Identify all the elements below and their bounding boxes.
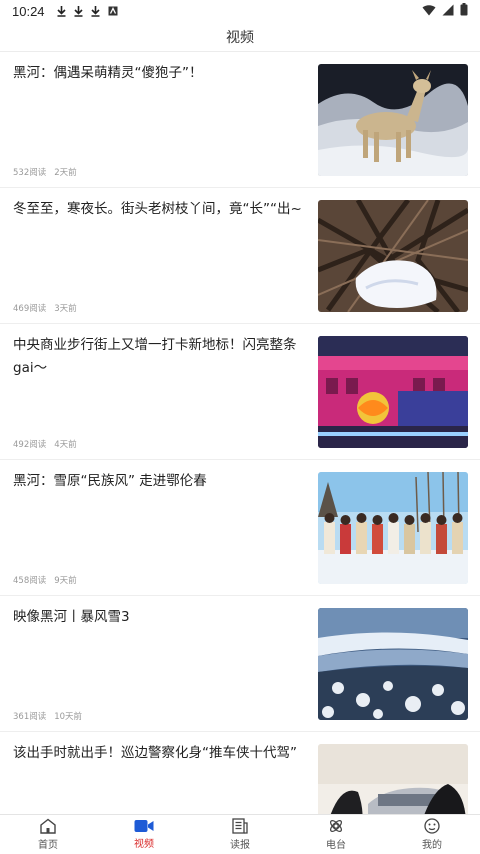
video-list-item[interactable]: 黑河：偶遇呆萌精灵“傻狍子”！ 532阅读 2天前 <box>0 52 480 188</box>
tab-label: 首页 <box>38 840 58 851</box>
page-title: 视频 <box>226 29 254 46</box>
snowy-river-thumbnail[interactable] <box>318 608 468 720</box>
video-list-item[interactable]: 黑河：雪原“民族风” 走进鄂伦春 458阅读 9天前 <box>0 460 480 596</box>
status-time: 10:24 <box>12 3 45 19</box>
download-icon <box>73 5 83 17</box>
profile-icon <box>424 818 440 834</box>
tab-home[interactable]: 首页 <box>0 815 96 854</box>
tab-label: 读报 <box>230 840 250 851</box>
video-meta: 469阅读 3天前 <box>13 302 77 314</box>
video-title[interactable]: 黑河：偶遇呆萌精灵“傻狍子”！ <box>13 62 303 85</box>
video-list-item[interactable]: 映像黑河丨暴风雪3 361阅读 10天前 <box>0 596 480 732</box>
read-count: 469阅读 <box>13 304 47 314</box>
video-feed[interactable]: 黑河：偶遇呆萌精灵“傻狍子”！ 532阅读 2天前 冬至至，寒夜长。街头老树枝丫… <box>0 52 480 814</box>
video-meta: 532阅读 2天前 <box>13 166 77 178</box>
signal-icon <box>442 4 454 15</box>
push-car-thumbnail[interactable] <box>318 744 468 814</box>
tab-label: 视频 <box>134 839 154 850</box>
video-list-item[interactable]: 该出手时就出手！巡边警察化身“推车侠十代驾” <box>0 732 480 814</box>
read-count: 361阅读 <box>13 712 47 722</box>
download-icon <box>56 5 66 17</box>
download-icon <box>90 5 100 17</box>
home-icon <box>40 818 56 834</box>
publish-time: 9天前 <box>54 576 77 586</box>
video-list-item[interactable]: 中央商业步行街上又增一打卡新地标！闪亮整条gai～ 492阅读 4天前 <box>0 324 480 460</box>
video-camera-icon <box>134 820 154 832</box>
video-title[interactable]: 冬至至，寒夜长。街头老树枝丫间，竟“长”“出~ <box>13 198 303 221</box>
tab-profile[interactable]: 我的 <box>384 815 480 854</box>
video-meta: 361阅读 10天前 <box>13 710 82 722</box>
tree-branches-thumbnail[interactable] <box>318 200 468 312</box>
bottom-tab-bar: 首页 视频 读报 电台 我的 <box>0 814 480 854</box>
tab-radio[interactable]: 电台 <box>288 815 384 854</box>
video-title[interactable]: 映像黑河丨暴风雪3 <box>13 606 303 629</box>
read-count: 532阅读 <box>13 168 47 178</box>
newspaper-icon <box>232 818 248 834</box>
snow-dancers-thumbnail[interactable] <box>318 472 468 584</box>
read-count: 458阅读 <box>13 576 47 586</box>
battery-icon <box>460 3 468 16</box>
notification-icons <box>56 5 118 17</box>
header: 视频 <box>0 22 480 52</box>
video-meta: 458阅读 9天前 <box>13 574 77 586</box>
roe-deer-thumbnail[interactable] <box>318 64 468 176</box>
wifi-icon <box>422 4 436 15</box>
status-bar: 10:24 <box>0 0 480 22</box>
video-meta: 492阅读 4天前 <box>13 438 77 450</box>
tab-label: 我的 <box>422 840 442 851</box>
publish-time: 4天前 <box>54 440 77 450</box>
video-title[interactable]: 黑河：雪原“民族风” 走进鄂伦春 <box>13 470 303 493</box>
tab-newspaper[interactable]: 读报 <box>192 815 288 854</box>
publish-time: 2天前 <box>54 168 77 178</box>
video-title[interactable]: 中央商业步行街上又增一打卡新地标！闪亮整条gai～ <box>13 334 303 380</box>
system-icons <box>422 3 468 16</box>
lit-building-thumbnail[interactable] <box>318 336 468 448</box>
tab-video[interactable]: 视频 <box>96 815 192 854</box>
app-notification-icon <box>108 6 118 16</box>
publish-time: 3天前 <box>54 304 77 314</box>
publish-time: 10天前 <box>54 712 83 722</box>
video-list-item[interactable]: 冬至至，寒夜长。街头老树枝丫间，竟“长”“出~ 469阅读 3天前 <box>0 188 480 324</box>
read-count: 492阅读 <box>13 440 47 450</box>
tab-label: 电台 <box>326 840 346 851</box>
radio-icon <box>330 820 342 832</box>
video-title[interactable]: 该出手时就出手！巡边警察化身“推车侠十代驾” <box>13 742 303 765</box>
